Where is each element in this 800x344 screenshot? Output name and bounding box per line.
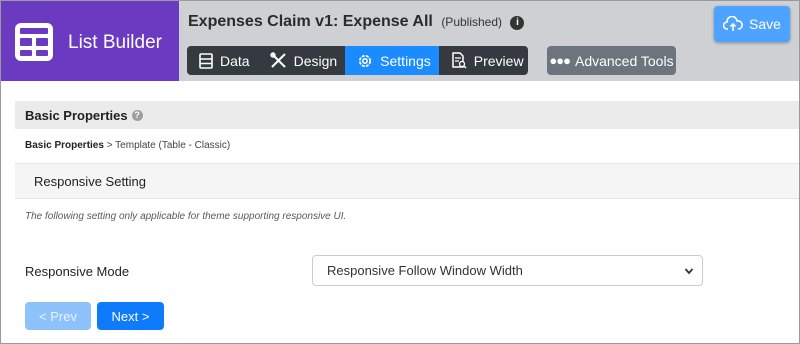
tab-data-label: Data [220, 52, 250, 69]
question-circle-icon[interactable]: ? [131, 109, 143, 121]
tab-settings-label: Settings [380, 52, 431, 69]
breadcrumb-item-basic-properties[interactable]: Basic Properties [25, 140, 104, 151]
info-circle-icon[interactable]: i [510, 16, 525, 30]
section-header: Basic Properties ? [15, 101, 799, 129]
next-button[interactable]: Next > [97, 302, 164, 330]
cloud-upload-icon [723, 16, 743, 31]
section-title: Basic Properties [25, 107, 128, 123]
page-title: Expenses Claim v1: Expense All (Publishe… [188, 13, 525, 31]
tab-preview[interactable]: Preview [439, 46, 528, 75]
tab-design-label: Design [293, 52, 338, 69]
breadcrumb-item-current: Template (Table - Classic) [115, 140, 231, 151]
status-badge: (Published) [441, 15, 503, 29]
prev-button[interactable]: < Prev [25, 302, 91, 330]
tab-bar: Data Design Settings Preview [187, 46, 528, 75]
ellipsis-icon: ●●● [549, 53, 571, 68]
save-label: Save [749, 16, 781, 32]
responsive-mode-select[interactable]: Responsive Follow Window Width [312, 255, 703, 286]
responsive-mode-label: Responsive Mode [25, 264, 130, 279]
gear-icon [359, 54, 372, 67]
list-builder-logo-icon [15, 23, 53, 61]
subsection-header: Responsive Setting [15, 163, 799, 199]
help-note: The following setting only applicable fo… [25, 211, 347, 222]
breadcrumb: Basic Properties > Template (Table - Cla… [25, 140, 230, 151]
page-title-text: Expenses Claim v1: Expense All [188, 13, 433, 30]
tab-settings[interactable]: Settings [345, 46, 439, 75]
advanced-tools-label: Advanced Tools [574, 52, 674, 69]
document-preview-icon [452, 52, 467, 69]
top-bar: Expenses Claim v1: Expense All (Publishe… [179, 1, 799, 81]
tab-preview-label: Preview [473, 52, 524, 69]
breadcrumb-separator: > [106, 140, 113, 151]
brand-panel: List Builder [1, 1, 179, 81]
tab-data[interactable]: Data [187, 46, 258, 75]
chevron-down-icon [684, 268, 694, 275]
tab-design[interactable]: Design [258, 46, 346, 75]
advanced-tools-button[interactable]: ●●● Advanced Tools [547, 46, 676, 75]
responsive-mode-value: Responsive Follow Window Width [327, 263, 523, 278]
subsection-title: Responsive Setting [34, 173, 147, 189]
table-icon [199, 52, 213, 69]
design-tools-icon [269, 52, 286, 68]
brand-title: List Builder [68, 32, 162, 53]
save-button[interactable]: Save [714, 6, 790, 42]
